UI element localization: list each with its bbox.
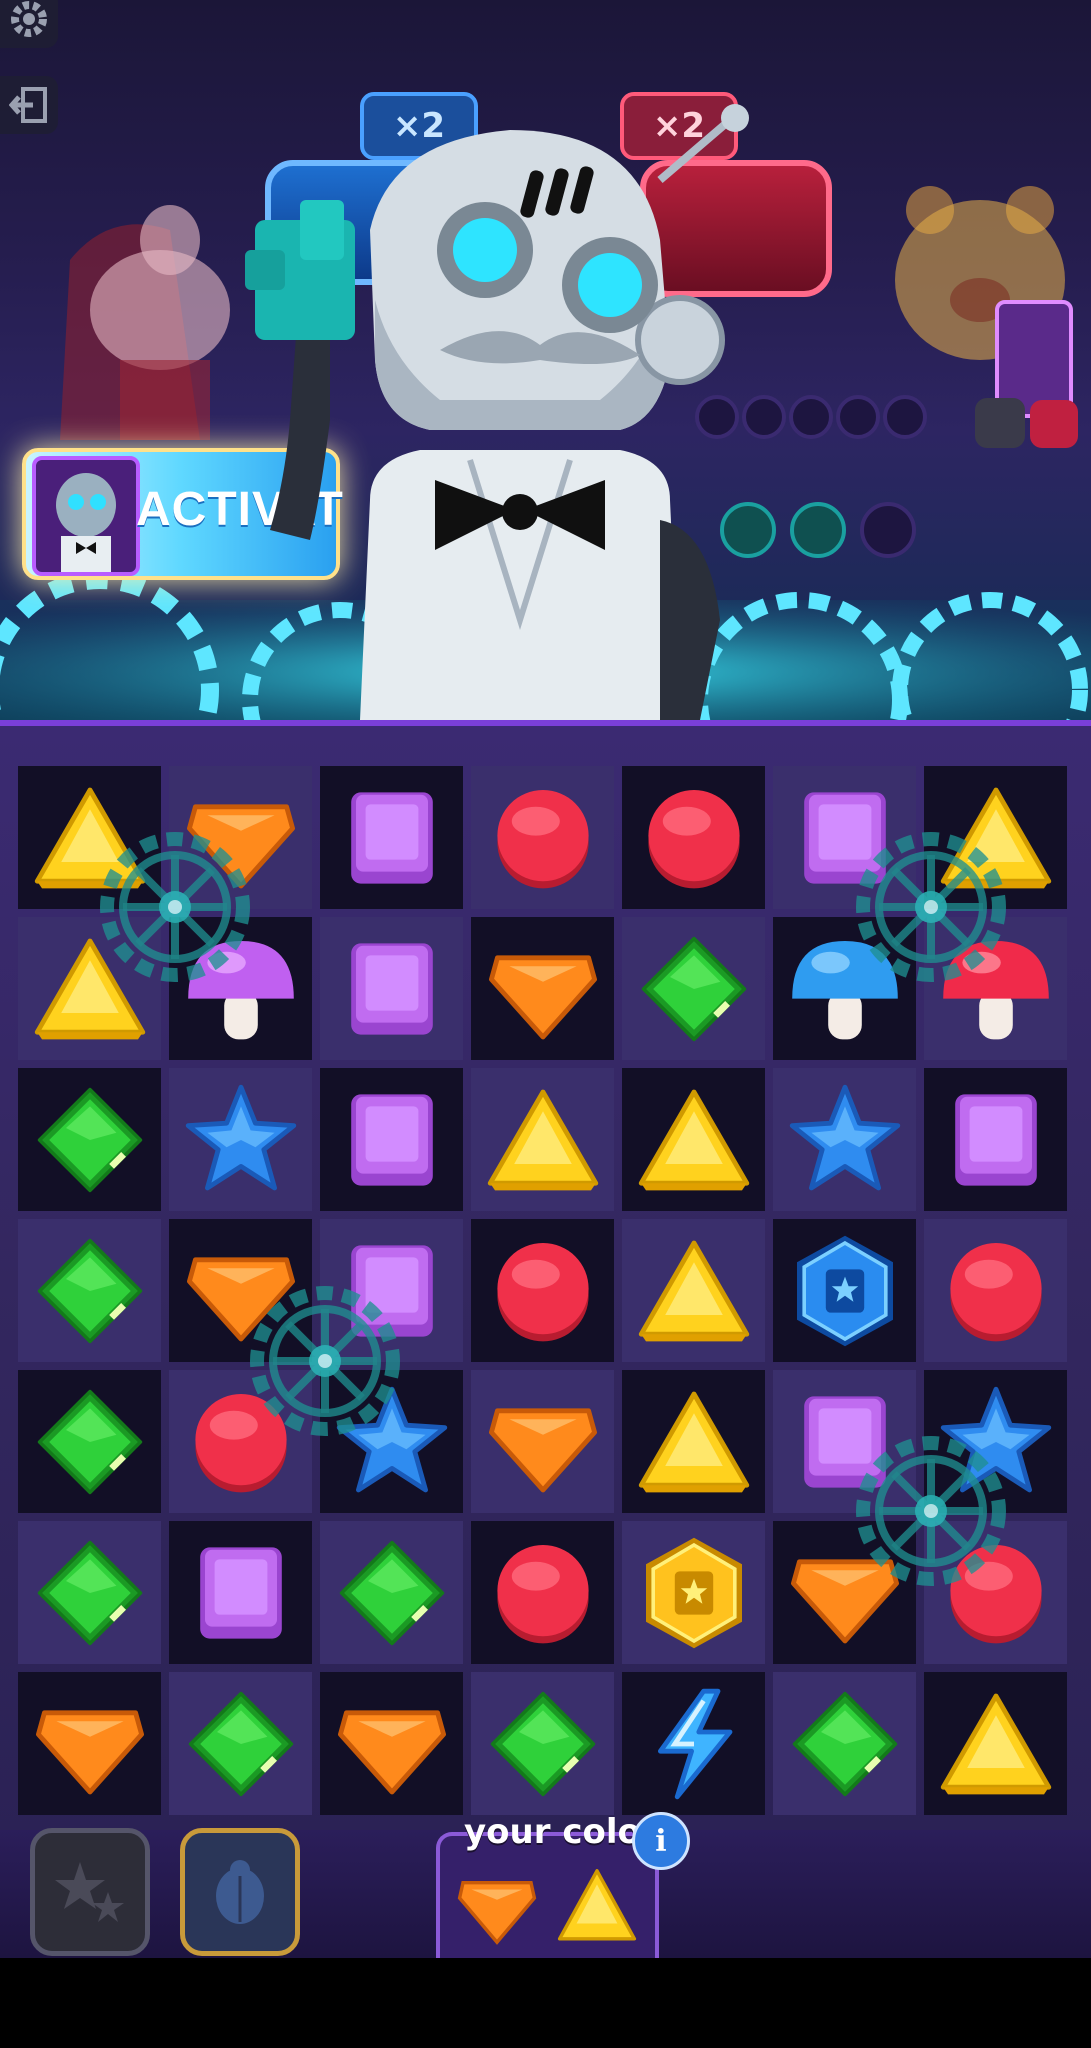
character-scene: ×2 ×2 16 <box>0 0 1091 720</box>
board-cell[interactable] <box>773 1068 916 1211</box>
board-cell[interactable] <box>471 1521 614 1664</box>
red-circle-tile <box>936 1231 1056 1351</box>
board-cell[interactable] <box>18 1672 161 1815</box>
yellow-triangle-tile <box>634 1382 754 1502</box>
board-cell[interactable] <box>18 1068 161 1211</box>
your-color-yellow <box>552 1864 642 1953</box>
yellow-triangle-tile <box>483 1080 603 1200</box>
board-cell[interactable] <box>18 1370 161 1513</box>
green-diamond-tile <box>483 1684 603 1804</box>
board-cell[interactable] <box>471 1370 614 1513</box>
red-circle-tile <box>483 1533 603 1653</box>
gold-book-badge-tile <box>634 1533 754 1653</box>
scarab-icon <box>216 1860 264 1924</box>
robot-portrait <box>32 456 140 576</box>
progress-slot <box>860 502 916 558</box>
orange-gem-tile <box>483 1382 603 1502</box>
board-cell[interactable] <box>622 1521 765 1664</box>
red-circle-tile <box>483 1231 603 1351</box>
board-cell[interactable] <box>622 766 765 909</box>
board-area <box>0 720 1091 1836</box>
board-cell[interactable] <box>924 1219 1067 1362</box>
board-cell[interactable] <box>622 1672 765 1815</box>
blue-star-tile <box>181 1080 301 1200</box>
green-diamond-tile <box>30 1533 150 1653</box>
green-diamond-tile <box>785 1684 905 1804</box>
board-cell[interactable] <box>18 1521 161 1664</box>
board-cell[interactable] <box>622 1219 765 1362</box>
board-cell[interactable] <box>471 1068 614 1211</box>
board-cell[interactable] <box>169 1672 312 1815</box>
system-nav-area <box>0 1958 1091 2048</box>
info-icon: i <box>655 1823 667 1859</box>
gear-top-right <box>846 822 1016 992</box>
purple-square-tile <box>332 778 452 898</box>
opponent-star-booster <box>975 398 1025 448</box>
gear-icon <box>11 1 47 37</box>
green-diamond-tile <box>30 1231 150 1351</box>
blue-lightning-tile <box>634 1684 754 1804</box>
info-button[interactable]: i <box>632 1812 690 1870</box>
board-cell[interactable] <box>320 1672 463 1815</box>
purple-square-tile <box>332 929 452 1049</box>
board-cell[interactable] <box>320 1521 463 1664</box>
robot-character <box>245 104 749 720</box>
board-cell[interactable] <box>622 1068 765 1211</box>
opponent-scarab-booster <box>1030 400 1078 448</box>
green-diamond-tile <box>181 1684 301 1804</box>
orange-gem-tile <box>332 1684 452 1804</box>
settings-button[interactable] <box>0 0 58 48</box>
board-cell[interactable] <box>622 1370 765 1513</box>
blue-book-badge-tile <box>785 1231 905 1351</box>
board-cell[interactable] <box>320 917 463 1060</box>
board-cell[interactable] <box>18 1219 161 1362</box>
board-cell[interactable] <box>622 917 765 1060</box>
red-circle-tile <box>483 778 603 898</box>
gear-bottom-right <box>846 1426 1016 1596</box>
star-booster-button[interactable] <box>30 1828 150 1956</box>
green-diamond-tile <box>30 1080 150 1200</box>
green-diamond-tile <box>30 1382 150 1502</box>
red-circle-tile <box>634 778 754 898</box>
your-color-orange <box>452 1864 542 1953</box>
blue-star-tile <box>785 1080 905 1200</box>
orange-gem-tile <box>30 1684 150 1804</box>
scarab-booster-button[interactable] <box>180 1828 300 1956</box>
gear-top-left <box>90 822 260 992</box>
board-cell[interactable] <box>320 766 463 909</box>
gear-middle-left <box>240 1276 410 1446</box>
game-board <box>18 766 1074 1824</box>
yellow-triangle-tile <box>936 1684 1056 1804</box>
purple-square-tile <box>332 1080 452 1200</box>
stars-icon <box>55 1862 124 1922</box>
board-cell[interactable] <box>471 1672 614 1815</box>
green-diamond-tile <box>634 929 754 1049</box>
exit-icon <box>9 87 47 123</box>
board-cell[interactable] <box>773 1219 916 1362</box>
board-cell[interactable] <box>471 917 614 1060</box>
yellow-triangle-tile <box>634 1231 754 1351</box>
purple-square-tile <box>181 1533 301 1653</box>
exit-button[interactable] <box>0 76 58 134</box>
board-cell[interactable] <box>471 1219 614 1362</box>
board-cell[interactable] <box>773 1672 916 1815</box>
board-cell[interactable] <box>924 1672 1067 1815</box>
board-cell[interactable] <box>169 1521 312 1664</box>
bunny-character <box>60 205 230 440</box>
board-cell[interactable] <box>169 1068 312 1211</box>
green-diamond-tile <box>332 1533 452 1653</box>
board-cell[interactable] <box>320 1068 463 1211</box>
yellow-triangle-tile <box>634 1080 754 1200</box>
board-cell[interactable] <box>471 766 614 909</box>
board-cell[interactable] <box>924 1068 1067 1211</box>
progress-slot <box>836 395 880 439</box>
purple-square-tile <box>936 1080 1056 1200</box>
progress-slot <box>883 395 927 439</box>
orange-gem-tile <box>483 929 603 1049</box>
